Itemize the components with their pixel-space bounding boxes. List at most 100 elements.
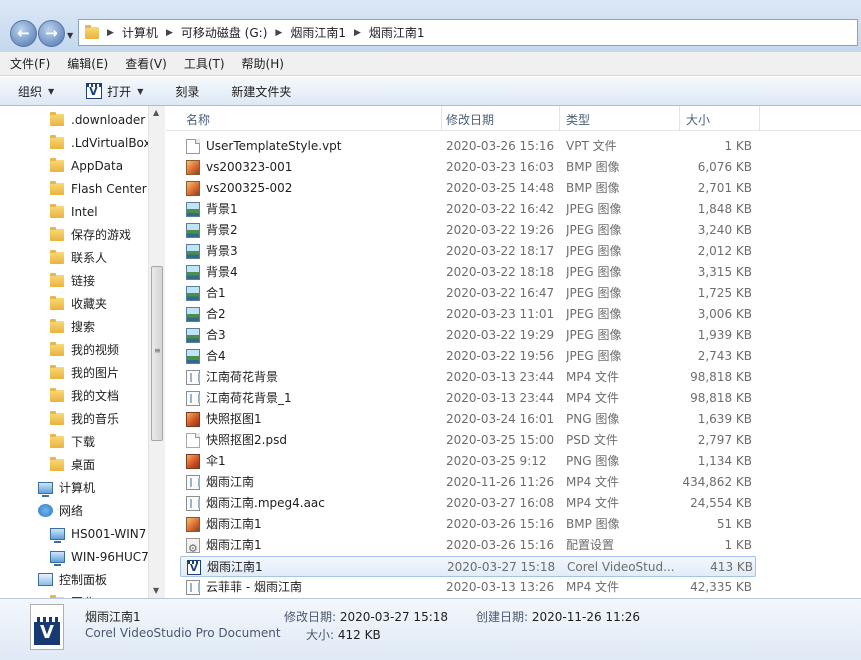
file-row[interactable]: vs200325-002 2020-03-25 14:48 BMP 图像 2,701 … — [180, 178, 756, 199]
file-row[interactable]: 快照抠图1 2020-03-24 16:01 PNG 图像 1,639 KB — [180, 409, 756, 430]
file-icon-cell — [186, 223, 202, 238]
scroll-up-icon[interactable]: ▲ — [153, 108, 159, 117]
new-folder-button[interactable]: 新建文件夹 — [227, 81, 295, 102]
column-header-date[interactable]: 修改日期 — [440, 106, 560, 131]
file-icon-cell — [186, 538, 202, 553]
file-icon-cell — [186, 349, 202, 364]
back-button[interactable]: ← — [10, 20, 37, 47]
file-row[interactable]: 伞1 2020-03-25 9:12 PNG 图像 1,134 KB — [180, 451, 756, 472]
file-row[interactable]: vs200323-001 2020-03-23 16:03 BMP 图像 6,076 … — [180, 157, 756, 178]
file-type: MP4 文件 — [566, 391, 620, 405]
nav-item-folder[interactable]: Flash Center — [50, 177, 147, 200]
file-name: vs200325-002 — [206, 181, 293, 195]
nav-item-folder[interactable]: .LdVirtualBox — [50, 131, 151, 154]
bmp-icon — [186, 160, 200, 175]
network-icon — [38, 504, 53, 517]
nav-item-folder[interactable]: 保存的游戏 — [50, 223, 131, 246]
nav-item-folder[interactable]: AppData — [50, 154, 123, 177]
nav-item-folder[interactable]: 桌面 — [50, 453, 95, 476]
file-size: 2,797 KB — [697, 433, 752, 447]
folder-icon — [85, 24, 99, 39]
nav-item-folder[interactable]: Intel — [50, 200, 98, 223]
column-header-type[interactable]: 类型 — [560, 106, 680, 131]
details-modified: 修改日期: 2020-03-27 15:18 — [284, 608, 448, 625]
chevron-right-icon[interactable]: ▶ — [354, 28, 361, 38]
file-type: PNG 图像 — [566, 454, 620, 468]
file-row[interactable]: 合2 2020-03-23 11:01 JPEG 图像 3,006 KB — [180, 304, 756, 325]
file-type: BMP 图像 — [566, 181, 620, 195]
open-label: 打开 — [107, 84, 132, 99]
file-row[interactable]: 烟雨江南1 2020-03-26 15:16 配置设置 1 KB — [180, 535, 756, 556]
nav-scrollbar[interactable]: ▲ ≡ ▼ — [148, 106, 165, 598]
open-button[interactable]: 打开 ▼ — [82, 81, 147, 102]
burn-button[interactable]: 刻录 — [171, 81, 203, 102]
nav-item-label: 桌面 — [71, 458, 96, 472]
nav-item-label: 计算机 — [59, 481, 96, 495]
nav-item-folder[interactable]: 我的文档 — [50, 384, 119, 407]
file-row[interactable]: 背景1 2020-03-22 16:42 JPEG 图像 1,848 KB — [180, 199, 756, 220]
file-row[interactable]: 背景4 2020-03-22 18:18 JPEG 图像 3,315 KB — [180, 262, 756, 283]
folder-icon — [50, 456, 64, 471]
nav-item-network-pc-2[interactable]: WIN-96HUC7 — [50, 545, 149, 568]
file-row[interactable]: 背景2 2020-03-22 19:26 JPEG 图像 3,240 KB — [180, 220, 756, 241]
chevron-right-icon[interactable]: ▶ — [166, 28, 173, 38]
scroll-down-icon[interactable]: ▼ — [153, 586, 159, 595]
nav-item-label: .downloader — [71, 112, 146, 127]
nav-item-computer[interactable]: 计算机 — [38, 476, 95, 499]
forward-button[interactable]: → — [38, 20, 65, 47]
nav-item-label: 联系人 — [71, 251, 108, 265]
nav-item-network-pc-1[interactable]: HS001-WIN7 — [50, 522, 146, 545]
file-type: JPEG 图像 — [566, 202, 622, 216]
file-name: 江南荷花背景_1 — [206, 391, 292, 405]
organize-button[interactable]: 组织 ▼ — [14, 81, 58, 102]
breadcrumb-drive[interactable]: 可移动磁盘 (G:) — [181, 24, 268, 41]
file-size: 2,701 KB — [697, 181, 752, 195]
recent-pages-dropdown-icon[interactable]: ▼ — [67, 31, 73, 40]
file-size: 3,006 KB — [697, 307, 752, 321]
file-row[interactable]: 江南荷花背景 2020-03-13 23:44 MP4 文件 98,818 KB — [180, 367, 756, 388]
menu-edit[interactable]: 编辑(E) — [67, 53, 108, 74]
nav-item-folder[interactable]: 收藏夹 — [50, 292, 107, 315]
nav-item-label: 链接 — [71, 274, 96, 288]
file-row[interactable]: 合3 2020-03-22 19:29 JPEG 图像 1,939 KB — [180, 325, 756, 346]
file-row[interactable]: 合1 2020-03-22 16:47 JPEG 图像 1,725 KB — [180, 283, 756, 304]
menu-tools[interactable]: 工具(T) — [184, 53, 225, 74]
breadcrumb-computer[interactable]: 计算机 — [122, 24, 158, 41]
nav-item-network[interactable]: 网络 — [38, 499, 83, 522]
column-header-size[interactable]: 大小 — [680, 106, 760, 131]
nav-item-folder[interactable]: 联系人 — [50, 246, 107, 269]
folder-icon — [50, 203, 64, 218]
file-size: 3,315 KB — [697, 265, 752, 279]
file-row[interactable]: 快照抠图2.psd 2020-03-25 15:00 PSD 文件 2,797 KB — [180, 430, 756, 451]
nav-item-folder[interactable]: 我的图片 — [50, 361, 119, 384]
address-bar[interactable]: ▶ 计算机 ▶ 可移动磁盘 (G:) ▶ 烟雨江南1 ▶ 烟雨江南1 — [78, 19, 858, 46]
nav-item-folder[interactable]: 我的音乐 — [50, 407, 119, 430]
file-row[interactable]: 烟雨江南.mpeg4.aac 2020-03-27 16:08 MP4 文件 24,5… — [180, 493, 756, 514]
nav-item-folder[interactable]: 链接 — [50, 269, 95, 292]
file-type: MP4 文件 — [566, 496, 620, 510]
file-row[interactable]: 烟雨江南1 2020-03-27 15:18 Corel VideoStud... 4… — [180, 556, 756, 577]
chevron-right-icon[interactable]: ▶ — [107, 28, 114, 38]
file-row[interactable]: 烟雨江南 2020-11-26 11:26 MP4 文件 434,862 KB — [180, 472, 756, 493]
breadcrumb-folder[interactable]: 烟雨江南1 — [290, 24, 346, 41]
menu-help[interactable]: 帮助(H) — [242, 53, 284, 74]
nav-item-folder[interactable]: 下载 — [50, 430, 95, 453]
chevron-right-icon[interactable]: ▶ — [275, 28, 282, 38]
column-header-name[interactable]: 名称 — [180, 106, 442, 131]
nav-item-folder[interactable]: 搜索 — [50, 315, 95, 338]
menu-file[interactable]: 文件(F) — [10, 53, 50, 74]
file-row[interactable]: 合4 2020-03-22 19:56 JPEG 图像 2,743 KB — [180, 346, 756, 367]
file-row[interactable]: 背景3 2020-03-22 18:17 JPEG 图像 2,012 KB — [180, 241, 756, 262]
file-row[interactable]: 烟雨江南1 2020-03-26 15:16 BMP 图像 51 KB — [180, 514, 756, 535]
file-row[interactable]: UserTemplateStyle.vpt 2020-03-26 15:16 VPT… — [180, 136, 756, 157]
file-row[interactable]: 云菲菲 - 烟雨江南 2020-03-13 13:26 MP4 文件 42,335 K… — [180, 577, 756, 598]
nav-item-recycle[interactable]: 回收 — [50, 591, 95, 598]
nav-item-control-panel[interactable]: 控制面板 — [38, 568, 107, 591]
menu-view[interactable]: 查看(V) — [125, 53, 167, 74]
videostudio-icon — [187, 560, 201, 575]
file-name: 烟雨江南1 — [206, 538, 262, 552]
file-row[interactable]: 江南荷花背景_1 2020-03-13 23:44 MP4 文件 98,818 KB — [180, 388, 756, 409]
nav-item-folder[interactable]: .downloader — [50, 108, 145, 131]
nav-item-folder[interactable]: 我的视频 — [50, 338, 119, 361]
breadcrumb-subfolder[interactable]: 烟雨江南1 — [369, 24, 425, 41]
